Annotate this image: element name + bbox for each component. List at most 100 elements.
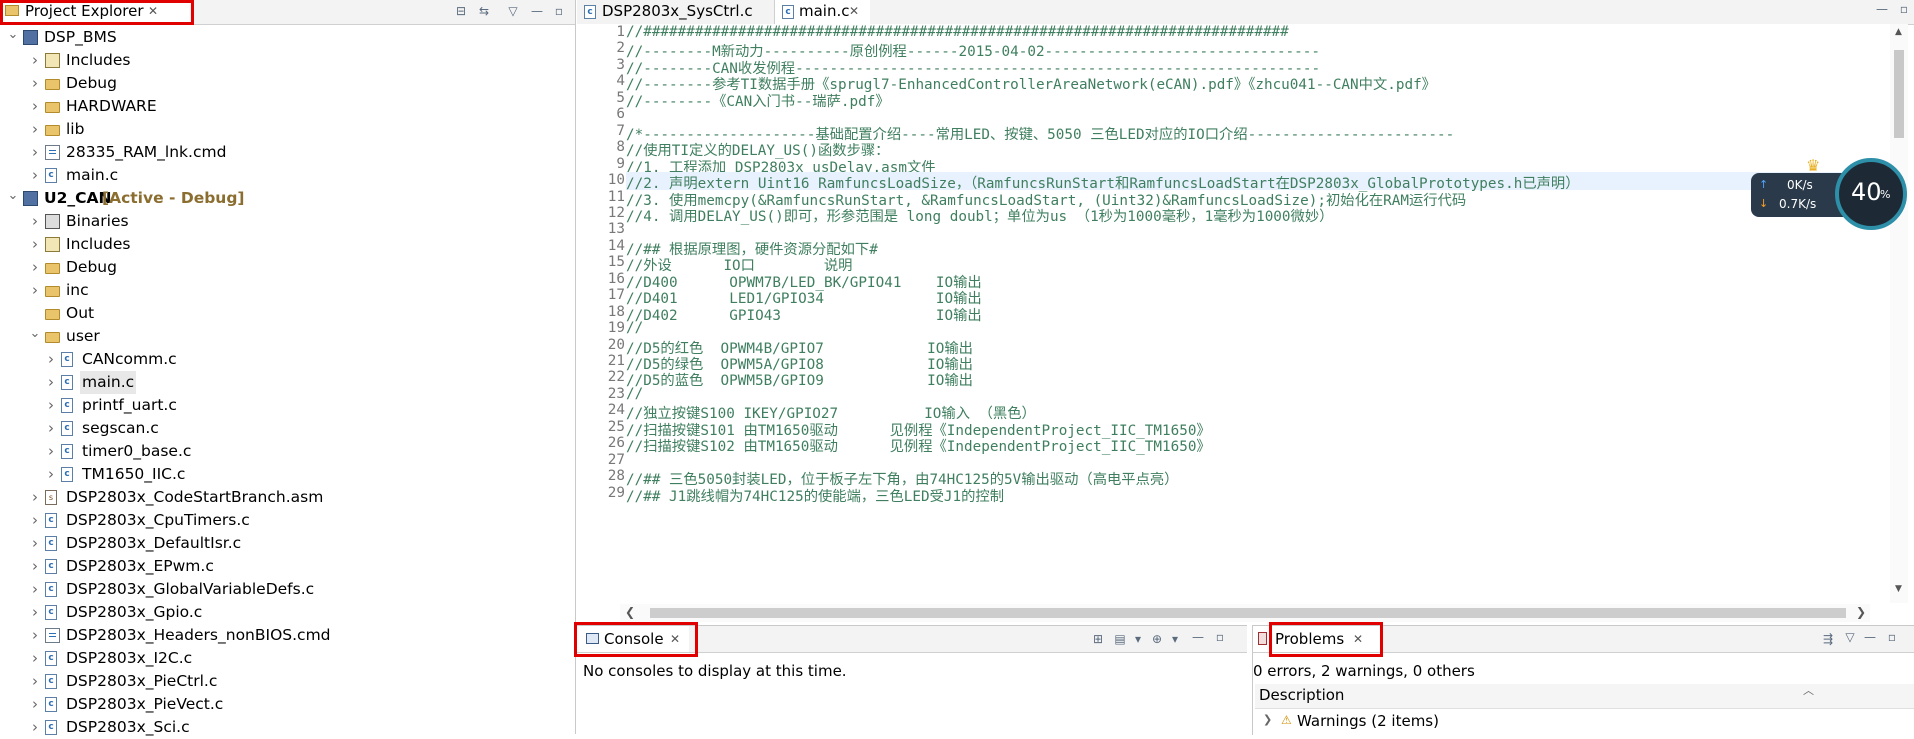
chevron-right-icon[interactable]: ›	[28, 624, 42, 647]
chevron-right-icon[interactable]: ›	[28, 716, 42, 739]
code-line[interactable]: //	[626, 320, 643, 336]
tree-item[interactable]: › c main.c	[0, 164, 575, 187]
close-icon[interactable]: ✕	[849, 0, 859, 22]
scroll-down-icon[interactable]: ▼	[1895, 584, 1902, 594]
code-line[interactable]: //## J1跳线帽为74HC125的使能端，三色LED受J1的控制	[626, 485, 1004, 506]
chevron-right-icon[interactable]: ›	[28, 693, 42, 716]
tree-item[interactable]: › c CANcomm.c	[0, 348, 575, 371]
tree-item[interactable]: › c main.c	[0, 371, 575, 394]
maximize-icon[interactable]: ▫	[552, 4, 566, 18]
chevron-right-icon[interactable]: ›	[28, 164, 42, 187]
chevron-right-icon[interactable]: ›	[28, 49, 42, 72]
tree-item[interactable]: › 28335_RAM_lnk.cmd	[0, 141, 575, 164]
tree-item[interactable]: › c DSP2803x_PieVect.c	[0, 693, 575, 716]
view-menu-icon[interactable]: ▽	[1843, 630, 1857, 644]
chevron-right-icon[interactable]: ›	[44, 348, 58, 371]
editor-vertical-scrollbar[interactable]: ▲ ▼	[1890, 24, 1908, 603]
filter-icon[interactable]: ⇶	[1821, 632, 1835, 646]
scroll-right-icon[interactable]: ❯	[1856, 605, 1866, 619]
chevron-right-icon[interactable]: ›	[28, 647, 42, 670]
tree-item[interactable]: › HARDWARE	[0, 95, 575, 118]
tree-item[interactable]: › c DSP2803x_I2C.c	[0, 647, 575, 670]
tree-item[interactable]: › c DSP2803x_PieCtrl.c	[0, 670, 575, 693]
maximize-icon[interactable]: ▫	[1885, 630, 1899, 644]
open-console-icon[interactable]: ⊕	[1150, 632, 1164, 646]
tree-item[interactable]: › inc	[0, 279, 575, 302]
tree-item[interactable]: › c DSP2803x_CpuTimers.c	[0, 509, 575, 532]
scrollbar-thumb[interactable]	[650, 608, 1846, 618]
tree-item[interactable]: › c TM1650_IIC.c	[0, 463, 575, 486]
view-menu-icon[interactable]: ▽	[506, 4, 520, 18]
chevron-right-icon[interactable]: ›	[28, 486, 42, 509]
chevron-right-icon[interactable]: ›	[28, 233, 42, 256]
chevron-right-icon[interactable]: ›	[44, 417, 58, 440]
minimize-icon[interactable]: —	[1863, 630, 1877, 644]
chevron-right-icon[interactable]: ›	[28, 601, 42, 624]
code-line[interactable]: //扫描按键S102 由TM1650驱动 见例程《IndependentProj…	[626, 435, 1211, 456]
code-line[interactable]: //######################################…	[626, 24, 1289, 40]
minimize-icon[interactable]: —	[530, 4, 544, 18]
chevron-right-icon[interactable]: ›	[44, 371, 58, 394]
chevron-right-icon[interactable]: ›	[28, 670, 42, 693]
tree-item[interactable]: › Debug	[0, 256, 575, 279]
chevron-down-icon[interactable]: ⌄	[6, 23, 20, 46]
maximize-icon[interactable]: ▫	[1213, 630, 1227, 644]
maximize-icon[interactable]: ▫	[1897, 2, 1911, 16]
tree-item[interactable]: › c DSP2803x_Sci.c	[0, 716, 575, 739]
tree-item[interactable]: › c DSP2803x_GlobalVariableDefs.c	[0, 578, 575, 601]
chevron-right-icon[interactable]: ›	[28, 210, 42, 233]
problems-table-header[interactable]: Description ︿	[1255, 684, 1914, 709]
chevron-right-icon[interactable]: ›	[28, 72, 42, 95]
display-console-icon[interactable]: ▤	[1113, 632, 1127, 646]
chevron-right-icon[interactable]: ›	[28, 141, 42, 164]
chevron-right-icon[interactable]: ›	[28, 256, 42, 279]
tree-item[interactable]: › Binaries	[0, 210, 575, 233]
chevron-right-icon[interactable]: ❯	[1263, 713, 1272, 726]
tree-item[interactable]: › s DSP2803x_CodeStartBranch.asm	[0, 486, 575, 509]
code-line[interactable]: //4. 调用DELAY_US()即可，形参范围是 long doubl；单位为…	[626, 205, 1333, 226]
tree-item[interactable]: › Includes	[0, 233, 575, 256]
chevron-right-icon[interactable]: ›	[44, 440, 58, 463]
chevron-right-icon[interactable]: ›	[28, 509, 42, 532]
minimize-icon[interactable]: —	[1191, 630, 1205, 644]
scroll-up-icon[interactable]: ▲	[1895, 27, 1902, 37]
pin-console-icon[interactable]: ⊞	[1091, 632, 1105, 646]
chevron-right-icon[interactable]: ›	[28, 95, 42, 118]
dropdown-icon[interactable]: ▾	[1168, 632, 1182, 646]
scroll-left-icon[interactable]: ❮	[625, 605, 635, 619]
tree-item[interactable]: › c printf_uart.c	[0, 394, 575, 417]
collapse-all-icon[interactable]: ⊟	[454, 4, 468, 18]
code-editor[interactable]: 1//#####################################…	[577, 24, 1897, 603]
tree-item[interactable]: › lib	[0, 118, 575, 141]
chevron-right-icon[interactable]: ›	[28, 118, 42, 141]
tree-item[interactable]: › c timer0_base.c	[0, 440, 575, 463]
warnings-row[interactable]: ❯ ⚠ Warnings (2 items)	[1255, 710, 1914, 734]
code-line[interactable]: //D402 GPIO43 IO输出	[626, 304, 982, 325]
minimize-icon[interactable]: —	[1875, 2, 1889, 16]
code-line[interactable]: //--------《CAN入门书--瑞萨.pdf》	[626, 90, 890, 111]
tree-item[interactable]: › c DSP2803x_DefaultIsr.c	[0, 532, 575, 555]
editor-horizontal-scrollbar[interactable]: ❮ ❯	[620, 604, 1870, 622]
tree-item[interactable]: Out	[0, 302, 575, 325]
scrollbar-thumb[interactable]	[1894, 50, 1904, 138]
code-line[interactable]: //	[626, 386, 643, 402]
tab-main-c[interactable]: c main.c ✕	[775, 0, 870, 25]
chevron-right-icon[interactable]: ›	[28, 555, 42, 578]
tree-item[interactable]: ⌄ U2_CAN [Active - Debug]	[0, 187, 575, 210]
tab-syscrtl[interactable]: c DSP2803x_SysCtrl.c	[577, 0, 775, 24]
tree-item[interactable]: › Includes	[0, 49, 575, 72]
chevron-right-icon[interactable]: ›	[28, 578, 42, 601]
tree-item[interactable]: › DSP2803x_Headers_nonBIOS.cmd	[0, 624, 575, 647]
tree-item[interactable]: › Debug	[0, 72, 575, 95]
chevron-down-icon[interactable]: ⌄	[28, 322, 42, 345]
chevron-right-icon[interactable]: ›	[44, 394, 58, 417]
chevron-right-icon[interactable]: ›	[44, 463, 58, 486]
tree-item[interactable]: ⌄ DSP_BMS	[0, 26, 575, 49]
tree-item[interactable]: › c DSP2803x_EPwm.c	[0, 555, 575, 578]
tree-item[interactable]: › c segscan.c	[0, 417, 575, 440]
chevron-right-icon[interactable]: ›	[28, 532, 42, 555]
chevron-right-icon[interactable]: ›	[28, 279, 42, 302]
link-with-editor-icon[interactable]: ⇆	[477, 4, 491, 18]
code-line[interactable]: //D5的蓝色 OPWM5B/GPIO9 IO输出	[626, 369, 973, 390]
chevron-down-icon[interactable]: ⌄	[6, 184, 20, 207]
